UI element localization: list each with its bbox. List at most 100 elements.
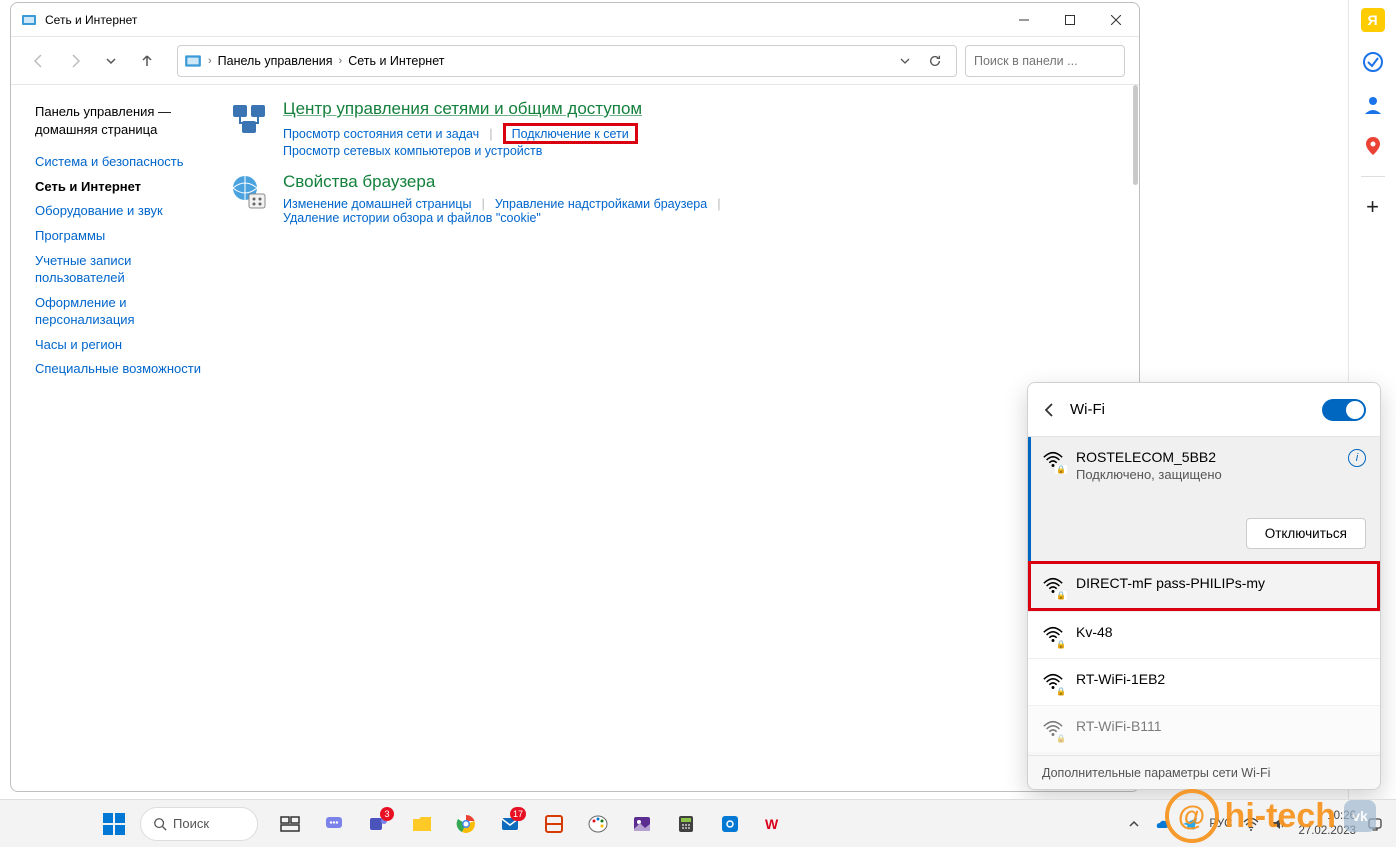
taskbar-taskview-icon[interactable] bbox=[272, 806, 308, 842]
section-internet-options: Свойства браузера Изменение домашней стр… bbox=[229, 172, 1127, 225]
lock-icon: 🔒 bbox=[1055, 687, 1067, 696]
breadcrumb-item[interactable]: Панель управления bbox=[218, 54, 333, 68]
wifi-title: Wi-Fi bbox=[1070, 401, 1310, 418]
network-center-icon bbox=[229, 99, 269, 139]
wifi-flyout: Wi-Fi 🔒 ROSTELECOM_5BB2 Подключено, защи… bbox=[1027, 382, 1381, 790]
task-link-status[interactable]: Просмотр состояния сети и задач bbox=[283, 127, 479, 141]
svg-text:W: W bbox=[765, 816, 779, 832]
lock-icon: 🔒 bbox=[1055, 465, 1067, 474]
section-network-center: Центр управления сетями и общим доступом… bbox=[229, 99, 1127, 158]
nav-back-button[interactable] bbox=[25, 47, 53, 75]
taskbar-snip-icon[interactable] bbox=[536, 806, 572, 842]
taskbar-mail-icon[interactable]: 17 bbox=[492, 806, 528, 842]
network-name: Kv-48 bbox=[1076, 624, 1113, 646]
wifi-network-item[interactable]: 🔒 Kv-48 bbox=[1028, 611, 1380, 658]
sidebar-item-network[interactable]: Сеть и Интернет bbox=[35, 178, 211, 196]
info-icon[interactable]: i bbox=[1348, 449, 1366, 467]
taskbar-wps-icon[interactable]: W bbox=[756, 806, 792, 842]
taskbar-photos-icon[interactable] bbox=[624, 806, 660, 842]
search-input[interactable] bbox=[974, 54, 1135, 68]
maximize-button[interactable] bbox=[1047, 3, 1093, 36]
control-panel-icon bbox=[21, 12, 37, 28]
task-link-addons[interactable]: Управление надстройками браузера bbox=[495, 197, 707, 211]
wifi-header: Wi-Fi bbox=[1028, 383, 1380, 437]
nav-forward-button[interactable] bbox=[61, 47, 89, 75]
search-box[interactable] bbox=[965, 45, 1125, 77]
taskbar-calculator-icon[interactable] bbox=[668, 806, 704, 842]
sidebar-item-appearance[interactable]: Оформление и персонализация bbox=[35, 294, 211, 329]
sidebar-item-system[interactable]: Система и безопасность bbox=[35, 153, 211, 171]
lock-icon: 🔒 bbox=[1055, 734, 1067, 743]
task-link-homepage[interactable]: Изменение домашней страницы bbox=[283, 197, 471, 211]
highlight-connect-to-network: Подключение к сети bbox=[503, 123, 638, 144]
content-area: Центр управления сетями и общим доступом… bbox=[211, 85, 1139, 791]
control-panel-window: Сеть и Интернет › Панель управления › Се… bbox=[10, 2, 1140, 792]
breadcrumb-icon bbox=[184, 52, 202, 70]
scrollbar[interactable] bbox=[1133, 85, 1138, 185]
breadcrumb[interactable]: › Панель управления › Сеть и Интернет bbox=[177, 45, 957, 77]
wifi-signal-icon: 🔒 bbox=[1042, 671, 1064, 693]
wifi-network-item[interactable]: 🔒 RT-WiFi-B111 bbox=[1028, 705, 1380, 752]
minimize-button[interactable] bbox=[1001, 3, 1047, 36]
chevron-right-icon: › bbox=[339, 55, 343, 67]
taskbar-chrome-icon[interactable] bbox=[448, 806, 484, 842]
wifi-network-highlighted[interactable]: 🔒 DIRECT-mF pass-PHILIPs-my bbox=[1028, 561, 1380, 611]
task-link-cookies[interactable]: Удаление истории обзора и файлов "cookie… bbox=[283, 211, 541, 225]
toolbar: › Панель управления › Сеть и Интернет bbox=[11, 37, 1139, 85]
windows-logo-icon bbox=[103, 813, 125, 835]
nav-recent-button[interactable] bbox=[97, 47, 125, 75]
taskbar-chat-icon[interactable] bbox=[316, 806, 352, 842]
close-button[interactable] bbox=[1093, 3, 1139, 36]
at-symbol-icon: @ bbox=[1165, 789, 1219, 843]
rail-maps-icon[interactable] bbox=[1361, 134, 1385, 158]
sidebar-item-clock[interactable]: Часы и регион bbox=[35, 336, 211, 354]
wifi-toggle[interactable] bbox=[1322, 399, 1366, 421]
window-controls bbox=[1001, 3, 1139, 36]
task-link-view-computers[interactable]: Просмотр сетевых компьютеров и устройств bbox=[283, 144, 542, 158]
rail-check-icon[interactable] bbox=[1361, 50, 1385, 74]
breadcrumb-item[interactable]: Сеть и Интернет bbox=[348, 54, 444, 68]
rail-yandex-icon[interactable]: Я bbox=[1361, 8, 1385, 32]
chevron-down-icon[interactable] bbox=[900, 56, 922, 66]
tray-chevron-up-icon[interactable] bbox=[1125, 815, 1143, 833]
sidebar: Панель управления — домашняя страница Си… bbox=[11, 85, 211, 791]
search-icon bbox=[153, 817, 167, 831]
nav-up-button[interactable] bbox=[133, 47, 161, 75]
start-button[interactable] bbox=[96, 806, 132, 842]
section-title[interactable]: Центр управления сетями и общим доступом bbox=[283, 99, 642, 119]
watermark-brand: hi-tech bbox=[1225, 797, 1336, 836]
wifi-network-list: 🔒 ROSTELECOM_5BB2 Подключено, защищено i… bbox=[1028, 437, 1380, 755]
disconnect-button[interactable]: Отключиться bbox=[1246, 518, 1366, 549]
network-name: DIRECT-mF pass-PHILIPs-my bbox=[1076, 575, 1265, 597]
taskbar-settings-icon[interactable] bbox=[712, 806, 748, 842]
vk-icon: vk bbox=[1344, 800, 1376, 832]
refresh-icon[interactable] bbox=[928, 54, 950, 68]
titlebar: Сеть и Интернет bbox=[11, 3, 1139, 37]
rail-separator bbox=[1361, 176, 1385, 177]
network-name: RT-WiFi-B111 bbox=[1076, 718, 1162, 740]
wifi-network-connected[interactable]: 🔒 ROSTELECOM_5BB2 Подключено, защищено i… bbox=[1028, 437, 1380, 561]
taskbar-paint-icon[interactable] bbox=[580, 806, 616, 842]
network-name: ROSTELECOM_5BB2 bbox=[1076, 449, 1222, 465]
rail-user-icon[interactable] bbox=[1361, 92, 1385, 116]
lock-icon: 🔒 bbox=[1055, 640, 1067, 649]
wifi-settings-link[interactable]: Дополнительные параметры сети Wi-Fi bbox=[1028, 755, 1380, 789]
back-arrow-icon[interactable] bbox=[1042, 402, 1058, 418]
taskbar-explorer-icon[interactable] bbox=[404, 806, 440, 842]
wifi-network-item[interactable]: 🔒 RT-WiFi-1EB2 bbox=[1028, 658, 1380, 705]
lock-icon: 🔒 bbox=[1055, 591, 1067, 600]
sidebar-item-accessibility[interactable]: Специальные возможности bbox=[35, 360, 211, 378]
taskbar-search-label: Поиск bbox=[173, 816, 209, 831]
sidebar-home[interactable]: Панель управления — домашняя страница bbox=[35, 103, 211, 139]
window-title: Сеть и Интернет bbox=[45, 13, 1001, 27]
wifi-signal-icon: 🔒 bbox=[1042, 575, 1064, 597]
taskbar-teams-icon[interactable]: 3 bbox=[360, 806, 396, 842]
sidebar-item-hardware[interactable]: Оборудование и звук bbox=[35, 202, 211, 220]
sidebar-item-programs[interactable]: Программы bbox=[35, 227, 211, 245]
sidebar-item-accounts[interactable]: Учетные записи пользователей bbox=[35, 252, 211, 287]
task-link-connect[interactable]: Подключение к сети bbox=[512, 127, 629, 141]
wifi-signal-icon: 🔒 bbox=[1042, 718, 1064, 740]
taskbar-search[interactable]: Поиск bbox=[140, 807, 258, 841]
rail-add-button[interactable]: + bbox=[1361, 195, 1385, 219]
section-title[interactable]: Свойства браузера bbox=[283, 172, 731, 192]
